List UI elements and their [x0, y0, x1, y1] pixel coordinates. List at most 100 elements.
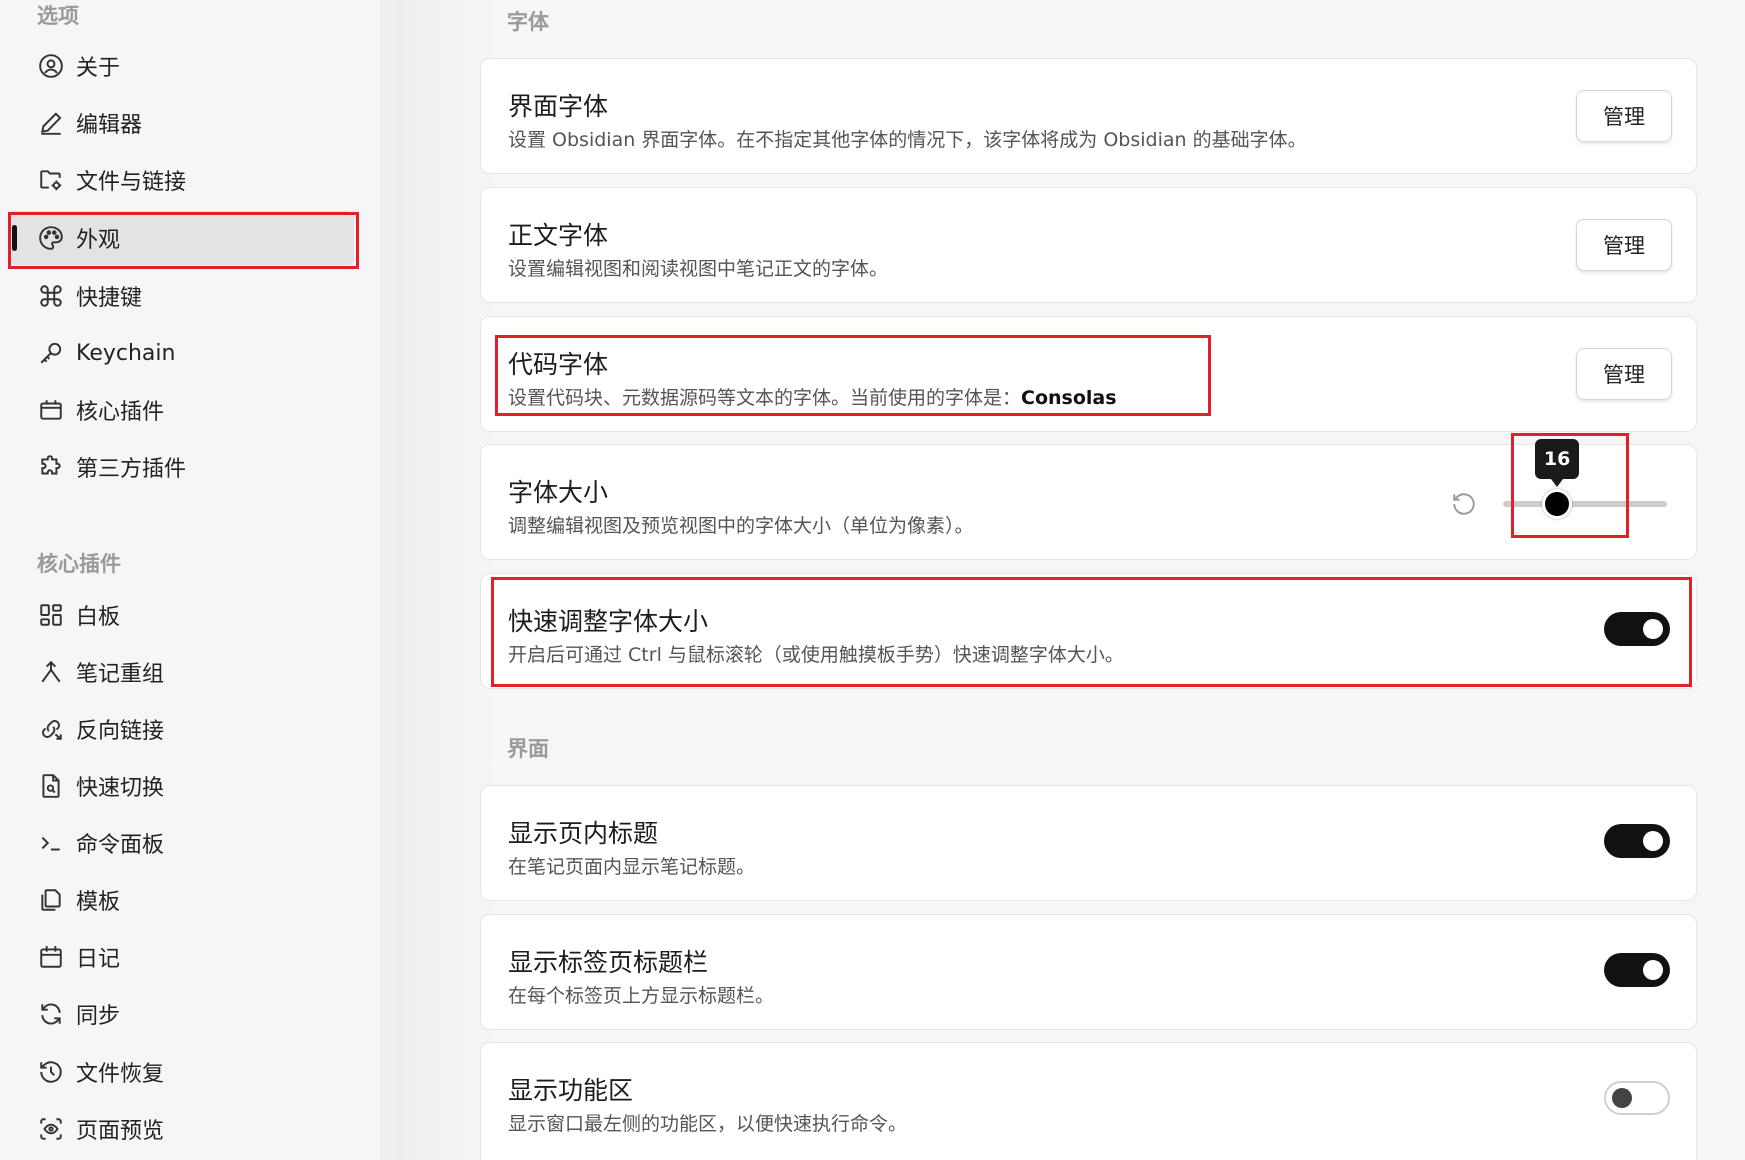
setting-description: 设置编辑视图和阅读视图中笔记正文的字体。 [508, 258, 889, 280]
sidebar-item-label: 文件与链接 [76, 170, 187, 195]
setting-description: 设置代码块、元数据源码等文本的字体。当前使用的字体是：Consolas [508, 383, 1117, 410]
manage-button-code-font[interactable]: 管理 [1576, 348, 1672, 400]
scan-eye-icon [38, 1116, 64, 1142]
settings-sidebar: 选项 关于 编辑器 文件与链接 外观 快捷键 Keychain 核心插件 第三方… [0, 0, 380, 1160]
toggle-knob [1643, 831, 1663, 851]
show-tab-title-bar-toggle[interactable] [1604, 953, 1670, 987]
sidebar-item-label: 快速切换 [76, 776, 165, 801]
setting-interface-font: 界面字体 设置 Obsidian 界面字体。在不指定其他字体的情况下，该字体将成… [480, 58, 1697, 174]
sidebar-item-hotkeys[interactable]: 快捷键 [10, 269, 354, 323]
sidebar-item-file-recovery[interactable]: 文件恢复 [10, 1045, 354, 1099]
sidebar-item-label: 笔记重组 [76, 662, 165, 687]
setting-show-tab-title-bar: 显示标签页标题栏 在每个标签页上方显示标题栏。 [480, 914, 1697, 1030]
sidebar-item-label: 外观 [76, 228, 121, 253]
sidebar-item-backlinks[interactable]: 反向链接 [10, 702, 354, 756]
setting-name: 界面字体 [508, 92, 609, 121]
puzzle-icon [38, 454, 64, 480]
font-size-slider-tooltip: 16 [1535, 439, 1580, 487]
sidebar-item-quick-switcher[interactable]: 快速切换 [10, 759, 354, 813]
toggle-knob [1643, 960, 1663, 980]
sidebar-item-appearance[interactable]: 外观 [10, 211, 354, 265]
palette-icon [38, 225, 64, 251]
sidebar-item-label: 日记 [76, 947, 121, 972]
setting-description: 在笔记页面内显示笔记标题。 [508, 856, 756, 878]
command-icon [38, 283, 64, 309]
quick-font-size-toggle[interactable] [1604, 612, 1670, 646]
setting-name: 显示功能区 [508, 1076, 634, 1105]
setting-description: 调整编辑视图及预览视图中的字体大小（单位为像素）。 [508, 515, 974, 537]
sidebar-item-label: 命令面板 [76, 833, 165, 858]
section-title-font: 字体 [507, 10, 549, 34]
sidebar-item-label: 第三方插件 [76, 457, 187, 482]
sidebar-item-label: Keychain [76, 340, 176, 366]
manage-button-interface-font[interactable]: 管理 [1576, 90, 1672, 142]
show-inline-title-toggle[interactable] [1604, 824, 1670, 858]
user-circle-icon [38, 53, 64, 79]
sidebar-item-label: 快捷键 [76, 286, 143, 311]
sidebar-item-label: 编辑器 [76, 113, 143, 138]
file-search-icon [38, 773, 64, 799]
sidebar-item-label: 页面预览 [76, 1119, 165, 1144]
sidebar-item-files-links[interactable]: 文件与链接 [10, 153, 354, 207]
setting-name: 代码字体 [508, 350, 609, 379]
setting-name: 显示标签页标题栏 [508, 948, 709, 977]
sidebar-item-label: 文件恢复 [76, 1062, 165, 1087]
setting-code-font: 代码字体 设置代码块、元数据源码等文本的字体。当前使用的字体是：Consolas… [480, 316, 1697, 432]
sidebar-section-core-plugins: 核心插件 [37, 552, 121, 576]
terminal-icon [38, 830, 64, 856]
sidebar-item-page-preview[interactable]: 页面预览 [10, 1102, 354, 1156]
setting-description-text: 设置代码块、元数据源码等文本的字体。当前使用的字体是： [508, 387, 1022, 409]
setting-show-ribbon: 显示功能区 显示窗口最左侧的功能区，以便快速执行命令。 [480, 1042, 1697, 1160]
sidebar-item-sync[interactable]: 同步 [10, 987, 354, 1041]
toggle-knob [1612, 1088, 1632, 1108]
folder-cog-icon [38, 167, 64, 193]
sidebar-item-note-composer[interactable]: 笔记重组 [10, 645, 354, 699]
setting-name: 显示页内标题 [508, 819, 659, 848]
setting-show-inline-title: 显示页内标题 在笔记页面内显示笔记标题。 [480, 785, 1697, 901]
sidebar-item-templates[interactable]: 模板 [10, 873, 354, 927]
font-size-slider-handle[interactable] [1542, 489, 1573, 519]
sidebar-item-canvas[interactable]: 白板 [10, 588, 354, 642]
key-icon [38, 340, 64, 366]
setting-description: 显示窗口最左侧的功能区，以便快速执行命令。 [508, 1113, 908, 1135]
files-icon [38, 887, 64, 913]
merge-icon [38, 659, 64, 685]
sidebar-item-label: 核心插件 [76, 400, 165, 425]
calendar-box-icon [38, 397, 64, 423]
sidebar-section-options: 选项 [37, 4, 79, 28]
show-ribbon-toggle[interactable] [1604, 1081, 1670, 1115]
setting-name: 字体大小 [508, 478, 609, 507]
backlink-icon [38, 716, 64, 742]
pen-icon [38, 110, 64, 136]
setting-text-font: 正文字体 设置编辑视图和阅读视图中笔记正文的字体。 管理 [480, 187, 1697, 303]
history-icon [38, 1059, 64, 1085]
setting-name: 快速调整字体大小 [508, 607, 709, 636]
setting-description: 开启后可通过 Ctrl 与鼠标滚轮（或使用触摸板手势）快速调整字体大小。 [508, 644, 1124, 666]
section-title-interface: 界面 [507, 737, 549, 761]
sidebar-item-label: 关于 [76, 56, 121, 81]
setting-description: 在每个标签页上方显示标题栏。 [508, 985, 775, 1007]
layout-dashboard-icon [38, 602, 64, 628]
sidebar-item-core-plugins[interactable]: 核心插件 [10, 383, 354, 437]
sidebar-item-label: 反向链接 [76, 719, 165, 744]
setting-font-size: 字体大小 调整编辑视图及预览视图中的字体大小（单位为像素）。 16 [480, 439, 1697, 560]
setting-description: 设置 Obsidian 界面字体。在不指定其他字体的情况下，该字体将成为 Obs… [508, 129, 1307, 151]
sidebar-item-label: 白板 [76, 605, 121, 630]
sidebar-item-community-plugins[interactable]: 第三方插件 [10, 440, 354, 494]
sidebar-item-daily-notes[interactable]: 日记 [10, 930, 354, 984]
toggle-knob [1643, 619, 1663, 639]
manage-button-text-font[interactable]: 管理 [1576, 219, 1672, 271]
sidebar-item-label: 模板 [76, 890, 121, 915]
calendar-icon [38, 944, 64, 970]
sidebar-item-label: 同步 [76, 1004, 121, 1029]
reset-icon[interactable] [1451, 491, 1477, 517]
current-code-font: Consolas [1021, 387, 1117, 409]
setting-name: 正文字体 [508, 221, 609, 250]
sidebar-item-about[interactable]: 关于 [10, 39, 354, 93]
sidebar-item-editor[interactable]: 编辑器 [10, 96, 354, 150]
sidebar-item-command-palette[interactable]: 命令面板 [10, 816, 354, 870]
sidebar-item-keychain[interactable]: Keychain [10, 326, 354, 380]
font-size-slider-track[interactable] [1503, 501, 1667, 507]
sync-icon [38, 1001, 64, 1027]
setting-quick-font-size: 快速调整字体大小 开启后可通过 Ctrl 与鼠标滚轮（或使用触摸板手势）快速调整… [480, 573, 1697, 689]
